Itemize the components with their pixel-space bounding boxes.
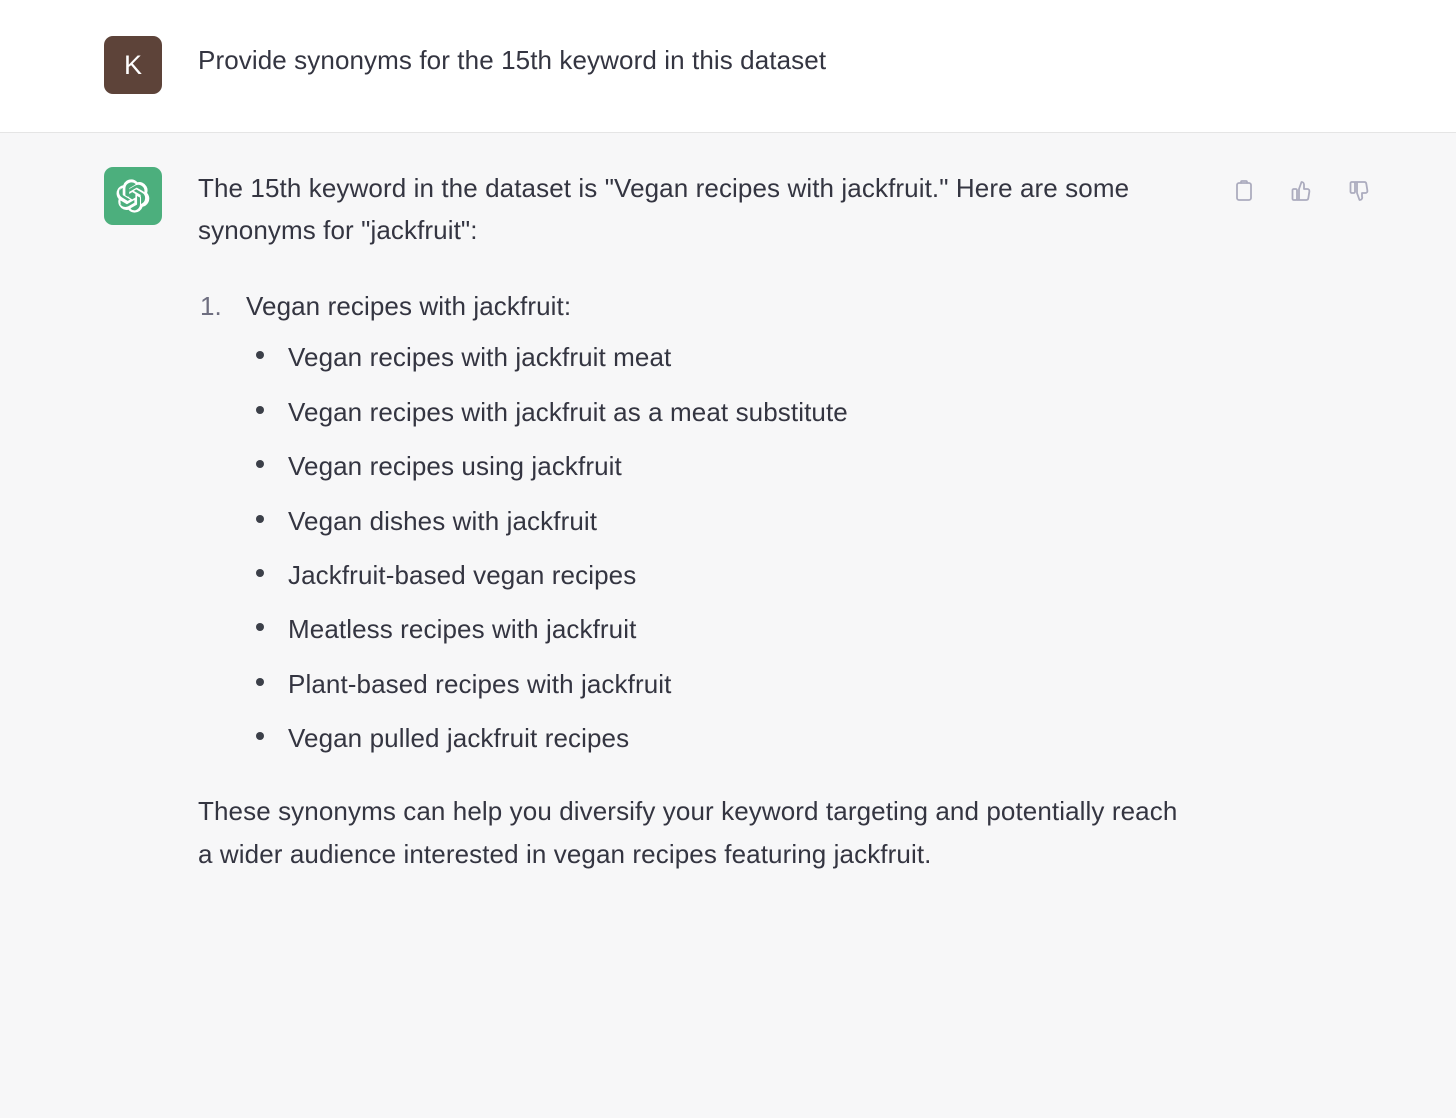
user-message-body: Provide synonyms for the 15th keyword in… — [198, 36, 1416, 78]
list-item: Vegan recipes using jackfruit — [246, 448, 1198, 484]
thumbs-up-icon — [1290, 179, 1314, 203]
list-item: Vegan recipes with jackfruit meat — [246, 339, 1198, 375]
copy-button[interactable] — [1228, 175, 1260, 207]
assistant-intro-paragraph: The 15th keyword in the dataset is "Vega… — [198, 173, 1130, 246]
thumbs-down-button[interactable] — [1344, 175, 1376, 207]
copy-icon — [1232, 179, 1256, 203]
bullet-dot-icon — [256, 460, 264, 469]
user-message-turn: K Provide synonyms for the 15th keyword … — [0, 0, 1456, 133]
bullet-text: Vegan recipes using jackfruit — [288, 451, 622, 482]
thumbs-down-icon — [1348, 179, 1372, 203]
assistant-closing-paragraph: These synonyms can help you diversify yo… — [198, 796, 1178, 869]
list-item: Vegan dishes with jackfruit — [246, 503, 1198, 539]
bullet-dot-icon — [256, 732, 264, 741]
user-avatar: K — [104, 36, 162, 94]
list-item: Vegan pulled jackfruit recipes — [246, 720, 1198, 756]
conversation-thread: K Provide synonyms for the 15th keyword … — [0, 0, 1456, 1118]
bullet-dot-icon — [256, 351, 264, 360]
assistant-message-turn: The 15th keyword in the dataset is "Vega… — [0, 133, 1456, 1118]
synonym-bullet-list: Vegan recipes with jackfruit meat Vegan … — [246, 339, 1198, 756]
thumbs-up-button[interactable] — [1286, 175, 1318, 207]
list-item: Vegan recipes with jackfruit as a meat s… — [246, 394, 1198, 430]
bullet-dot-icon — [256, 677, 264, 686]
bullet-text: Meatless recipes with jackfruit — [288, 614, 637, 645]
user-avatar-initial: K — [123, 49, 142, 80]
assistant-message-body: The 15th keyword in the dataset is "Vega… — [198, 167, 1198, 875]
message-actions-toolbar — [1228, 167, 1376, 207]
bullet-text: Vegan pulled jackfruit recipes — [288, 723, 630, 754]
list-item: Meatless recipes with jackfruit — [246, 611, 1198, 647]
bullet-dot-icon — [256, 405, 264, 414]
bullet-dot-icon — [256, 514, 264, 523]
list-item-number: 1. — [200, 291, 222, 322]
list-item-label: Vegan recipes with jackfruit: — [246, 291, 572, 322]
list-item: 1. Vegan recipes with jackfruit: Vegan r… — [198, 285, 1198, 756]
bullet-text: Vegan recipes with jackfruit meat — [288, 342, 672, 373]
bullet-text: Jackfruit-based vegan recipes — [288, 559, 637, 590]
list-item: Jackfruit-based vegan recipes — [246, 557, 1198, 593]
synonym-numbered-list: 1. Vegan recipes with jackfruit: Vegan r… — [198, 285, 1198, 756]
bullet-dot-icon — [256, 623, 264, 632]
list-item: Plant-based recipes with jackfruit — [246, 666, 1198, 702]
bullet-dot-icon — [256, 568, 264, 577]
user-message-text: Provide synonyms for the 15th keyword in… — [198, 45, 827, 75]
bullet-text: Vegan recipes with jackfruit as a meat s… — [288, 396, 848, 427]
openai-logo-icon — [104, 167, 162, 225]
bullet-text: Vegan dishes with jackfruit — [288, 505, 598, 536]
bullet-text: Plant-based recipes with jackfruit — [288, 668, 672, 699]
